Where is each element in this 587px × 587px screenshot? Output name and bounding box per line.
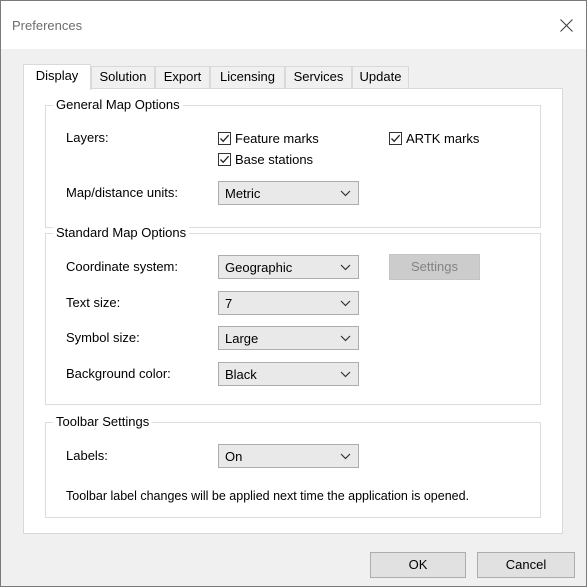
- symbol-size-label: Symbol size:: [66, 330, 140, 345]
- close-icon: [559, 18, 573, 32]
- feature-marks-checkbox[interactable]: Feature marks: [218, 130, 319, 146]
- map-units-select[interactable]: Metric: [218, 181, 359, 205]
- chevron-down-icon: [340, 300, 351, 307]
- toolbar-note: Toolbar label changes will be applied ne…: [66, 489, 470, 503]
- cancel-button[interactable]: Cancel: [477, 552, 575, 578]
- coordinate-system-value: Geographic: [225, 260, 293, 275]
- feature-marks-label: Feature marks: [235, 130, 319, 146]
- close-button[interactable]: [555, 14, 577, 36]
- display-tab-panel: General Map Options Layers: Feature mark…: [23, 88, 563, 534]
- toolbar-labels-select[interactable]: On: [218, 444, 359, 468]
- base-stations-checkbox[interactable]: Base stations: [218, 151, 313, 167]
- settings-button[interactable]: Settings: [389, 254, 480, 280]
- preferences-dialog: Preferences Display Solution Export Lice…: [0, 0, 587, 587]
- background-color-value: Black: [225, 367, 257, 382]
- group-title-general: General Map Options: [53, 97, 183, 113]
- toolbar-labels-label: Labels:: [66, 448, 108, 463]
- symbol-size-select[interactable]: Large: [218, 326, 359, 350]
- checkbox-checked-icon: [218, 152, 231, 166]
- standard-map-options-group: Standard Map Options Coordinate system: …: [45, 225, 541, 405]
- artk-marks-label: ARTK marks: [406, 130, 480, 146]
- map-units-label: Map/distance units:: [66, 185, 179, 200]
- background-color-select[interactable]: Black: [218, 362, 359, 386]
- toolbar-labels-value: On: [225, 449, 243, 464]
- dialog-title: Preferences: [12, 18, 83, 33]
- chevron-down-icon: [340, 190, 351, 197]
- tab-export[interactable]: Export: [155, 66, 210, 88]
- group-title-standard: Standard Map Options: [53, 225, 190, 241]
- coordinate-system-select[interactable]: Geographic: [218, 255, 359, 279]
- tab-services[interactable]: Services: [285, 66, 352, 88]
- tab-licensing[interactable]: Licensing: [210, 66, 285, 88]
- artk-marks-checkbox[interactable]: ARTK marks: [389, 130, 479, 146]
- checkbox-checked-icon: [218, 131, 231, 145]
- tab-solution[interactable]: Solution: [91, 66, 155, 88]
- general-map-options-group: General Map Options Layers: Feature mark…: [45, 97, 541, 228]
- group-title-toolbar: Toolbar Settings: [53, 414, 153, 430]
- background-color-label: Background color:: [66, 366, 171, 381]
- text-size-label: Text size:: [66, 295, 121, 310]
- tab-update[interactable]: Update: [352, 66, 409, 88]
- toolbar-settings-group: Toolbar Settings Labels: On Toolbar labe…: [45, 414, 541, 518]
- map-units-value: Metric: [225, 186, 261, 201]
- base-stations-label: Base stations: [235, 151, 314, 167]
- tab-display[interactable]: Display: [23, 64, 91, 90]
- chevron-down-icon: [340, 371, 351, 378]
- text-size-select[interactable]: 7: [218, 291, 359, 315]
- symbol-size-value: Large: [225, 331, 259, 346]
- text-size-value: 7: [225, 296, 233, 311]
- checkbox-checked-icon: [389, 131, 402, 145]
- coordinate-system-label: Coordinate system:: [66, 259, 178, 274]
- title-bar: Preferences: [1, 1, 586, 49]
- layers-label: Layers:: [66, 130, 109, 145]
- chevron-down-icon: [340, 264, 351, 271]
- chevron-down-icon: [340, 335, 351, 342]
- ok-button[interactable]: OK: [370, 552, 466, 578]
- chevron-down-icon: [340, 453, 351, 460]
